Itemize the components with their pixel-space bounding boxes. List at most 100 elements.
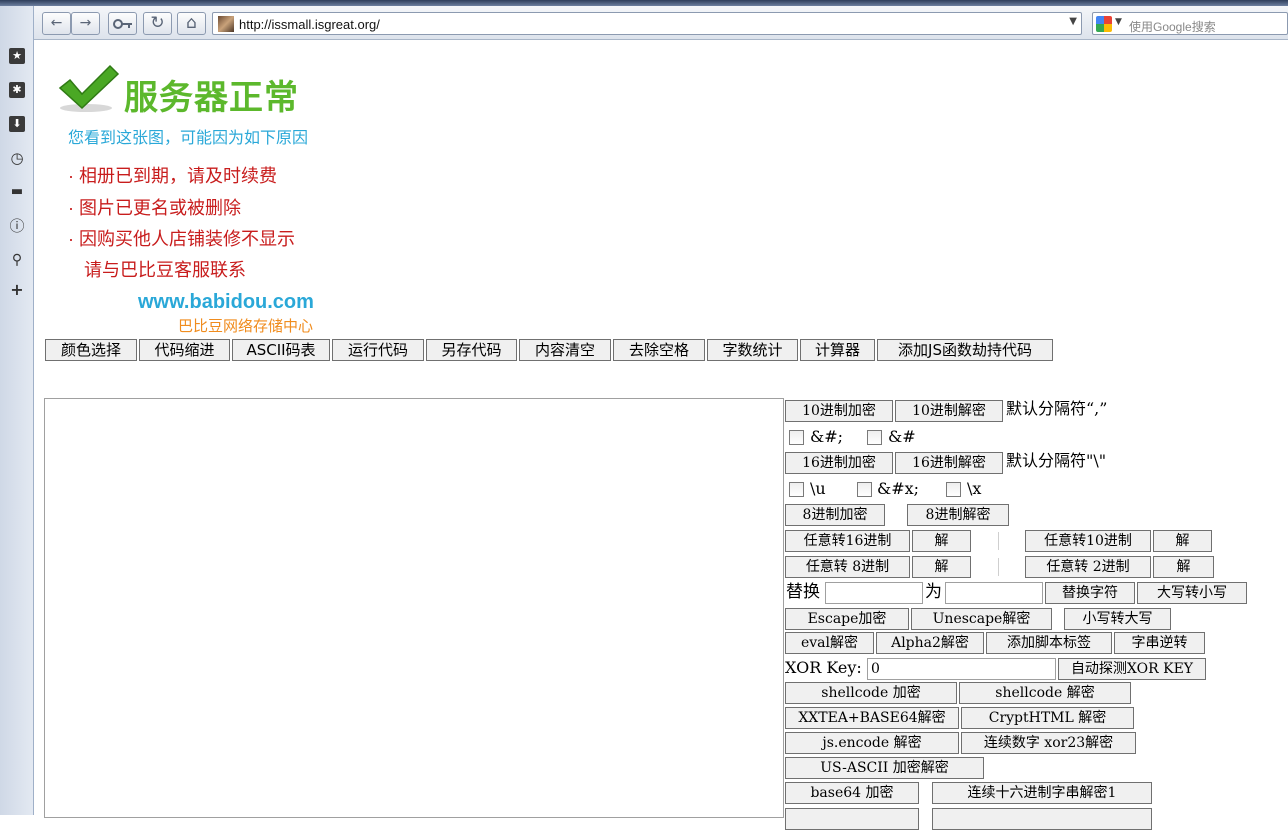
xor-key-input[interactable] — [867, 658, 1056, 680]
replace-from-input[interactable] — [825, 582, 923, 604]
word-count-button[interactable]: 字数统计 — [707, 339, 798, 361]
label-backslash-u: \u — [810, 479, 826, 498]
alpha2-decrypt-button[interactable]: Alpha2解密 — [876, 632, 984, 654]
download-icon[interactable]: ⬇ — [9, 116, 25, 132]
add-script-tag-button[interactable]: 添加脚本标签 — [986, 632, 1112, 654]
octal-decrypt-button[interactable]: 8进制解密 — [907, 504, 1009, 526]
url-bar[interactable]: http://issmall.isgreat.org/ ▼ — [212, 12, 1082, 35]
xor23-decrypt-button[interactable]: 连续数字 xor23解密 — [961, 732, 1136, 754]
jsencode-decrypt-button[interactable]: js.encode 解密 — [785, 732, 959, 754]
any-to-octal-decode-button[interactable]: 解 — [912, 556, 971, 578]
checkbox-amp-hash-semicolon[interactable] — [789, 430, 804, 445]
replace-for-label: 为 — [925, 582, 942, 602]
xor-key-detect-button[interactable]: 自动探测XOR KEY — [1058, 658, 1206, 680]
xor-key-label: XOR Key: — [785, 658, 862, 677]
reverse-string-button[interactable]: 字串逆转 — [1114, 632, 1205, 654]
save-code-button[interactable]: 另存代码 — [426, 339, 517, 361]
unescape-decrypt-button[interactable]: Unescape解密 — [911, 608, 1052, 630]
checkbox-amp-hash-x[interactable] — [857, 482, 872, 497]
hex-separator-note: 默认分隔符"\" — [1006, 451, 1107, 470]
back-button[interactable]: ← — [42, 12, 71, 35]
shellcode-decrypt-button[interactable]: shellcode 解密 — [959, 682, 1131, 704]
any-to-binary-decode-button[interactable]: 解 — [1153, 556, 1214, 578]
remove-spaces-button[interactable]: 去除空格 — [613, 339, 705, 361]
checkbox-backslash-u[interactable] — [789, 482, 804, 497]
search-icon[interactable]: ⚲ — [9, 252, 25, 268]
label-backslash-x: \x — [967, 479, 982, 498]
partial-button[interactable] — [785, 808, 919, 830]
lower-to-upper-button[interactable]: 小写转大写 — [1064, 608, 1171, 630]
decimal-encrypt-button[interactable]: 10进制加密 — [785, 400, 893, 422]
history-icon[interactable]: ◷ — [9, 150, 25, 166]
hex-decrypt-button[interactable]: 16进制解密 — [895, 452, 1003, 474]
reason-store-decoration: · 因购买他人店铺装修不显示 — [68, 229, 295, 249]
google-icon[interactable] — [1096, 16, 1112, 32]
shellcode-encrypt-button[interactable]: shellcode 加密 — [785, 682, 957, 704]
decimal-decrypt-button[interactable]: 10进制解密 — [895, 400, 1003, 422]
crypthtml-decrypt-button[interactable]: CryptHTML 解密 — [961, 707, 1134, 729]
brand-domain: www.babidou.com — [138, 291, 314, 313]
home-button[interactable]: ⌂ — [177, 12, 206, 35]
label-amp-hash-x: &#x; — [877, 479, 920, 498]
search-engine-dropdown-icon[interactable]: ▼ — [1115, 17, 1122, 27]
calculator-button[interactable]: 计算器 — [800, 339, 875, 361]
url-dropdown-icon[interactable]: ▼ — [1069, 16, 1077, 27]
partial-button[interactable] — [932, 808, 1152, 830]
xxtea-base64-decrypt-button[interactable]: XXTEA+BASE64解密 — [785, 707, 959, 729]
label-amp-hash-semicolon: &#; — [810, 427, 844, 446]
favicon-icon — [218, 16, 234, 32]
forward-button[interactable]: → — [71, 12, 100, 35]
hex-string-decrypt-button[interactable]: 连续十六进制字串解密1 — [932, 782, 1152, 804]
any-to-decimal-decode-button[interactable]: 解 — [1153, 530, 1212, 552]
navigation-bar: ← → ↻ ⌂ http://issmall.isgreat.org/ ▼ ▼ … — [34, 6, 1288, 40]
search-input[interactable]: 使用Google搜索 — [1129, 18, 1216, 35]
indent-code-button[interactable]: 代码缩进 — [139, 339, 230, 361]
label-amp-hash: &# — [888, 427, 916, 446]
any-to-hex-decode-button[interactable]: 解 — [912, 530, 971, 552]
folder-icon[interactable]: ▬ — [9, 184, 25, 200]
add-icon[interactable]: + — [9, 282, 25, 298]
escape-encrypt-button[interactable]: Escape加密 — [785, 608, 909, 630]
us-ascii-button[interactable]: US-ASCII 加密解密 — [785, 757, 984, 779]
checkmark-icon — [58, 64, 120, 112]
checkbox-amp-hash[interactable] — [867, 430, 882, 445]
ascii-table-button[interactable]: ASCII码表 — [232, 339, 330, 361]
upper-to-lower-button[interactable]: 大写转小写 — [1137, 582, 1247, 604]
info-icon[interactable]: ⓘ — [9, 218, 25, 234]
replace-chars-button[interactable]: 替换字符 — [1045, 582, 1135, 604]
reason-expired: · 相册已到期，请及时续费 — [68, 166, 277, 186]
color-picker-button[interactable]: 颜色选择 — [45, 339, 137, 361]
decimal-separator-note: 默认分隔符“,” — [1006, 399, 1108, 418]
checkbox-backslash-x[interactable] — [946, 482, 961, 497]
eval-decrypt-button[interactable]: eval解密 — [785, 632, 874, 654]
key-button[interactable] — [108, 12, 137, 35]
url-text[interactable]: http://issmall.isgreat.org/ — [239, 17, 380, 32]
server-status-image: 服务器正常 您看到这张图，可能因为如下原因 · 相册已到期，请及时续费 · 图片… — [56, 62, 336, 337]
server-status-subtitle: 您看到这张图，可能因为如下原因 — [68, 130, 309, 147]
replace-label: 替换 — [786, 582, 820, 602]
separator-line — [998, 558, 999, 576]
reload-button[interactable]: ↻ — [143, 12, 172, 35]
add-js-hijack-button[interactable]: 添加JS函数劫持代码 — [877, 339, 1053, 361]
any-to-octal-button[interactable]: 任意转 8进制 — [785, 556, 910, 578]
separator-line — [998, 532, 999, 550]
gear-icon[interactable]: ✱ — [9, 82, 25, 98]
contact-text: 请与巴比豆客服联系 — [84, 260, 246, 280]
octal-encrypt-button[interactable]: 8进制加密 — [785, 504, 885, 526]
brand-company: 巴比豆网络存储中心 — [178, 318, 314, 335]
hex-encrypt-button[interactable]: 16进制加密 — [785, 452, 893, 474]
any-to-binary-button[interactable]: 任意转 2进制 — [1025, 556, 1151, 578]
key-icon — [112, 19, 132, 29]
server-status-title: 服务器正常 — [124, 79, 299, 117]
any-to-decimal-button[interactable]: 任意转10进制 — [1025, 530, 1151, 552]
reason-renamed: · 图片已更名或被删除 — [68, 198, 241, 218]
run-code-button[interactable]: 运行代码 — [332, 339, 424, 361]
search-bar[interactable]: ▼ 使用Google搜索 — [1092, 12, 1288, 35]
bookmark-icon[interactable]: ★ — [9, 48, 25, 64]
replace-to-input[interactable] — [945, 582, 1043, 604]
base64-encrypt-button[interactable]: base64 加密 — [785, 782, 919, 804]
any-to-hex-button[interactable]: 任意转16进制 — [785, 530, 910, 552]
clear-content-button[interactable]: 内容清空 — [519, 339, 611, 361]
code-editor[interactable] — [44, 398, 784, 818]
sidebar: ★ ✱ ⬇ ◷ ▬ ⓘ ⚲ + — [0, 6, 34, 815]
